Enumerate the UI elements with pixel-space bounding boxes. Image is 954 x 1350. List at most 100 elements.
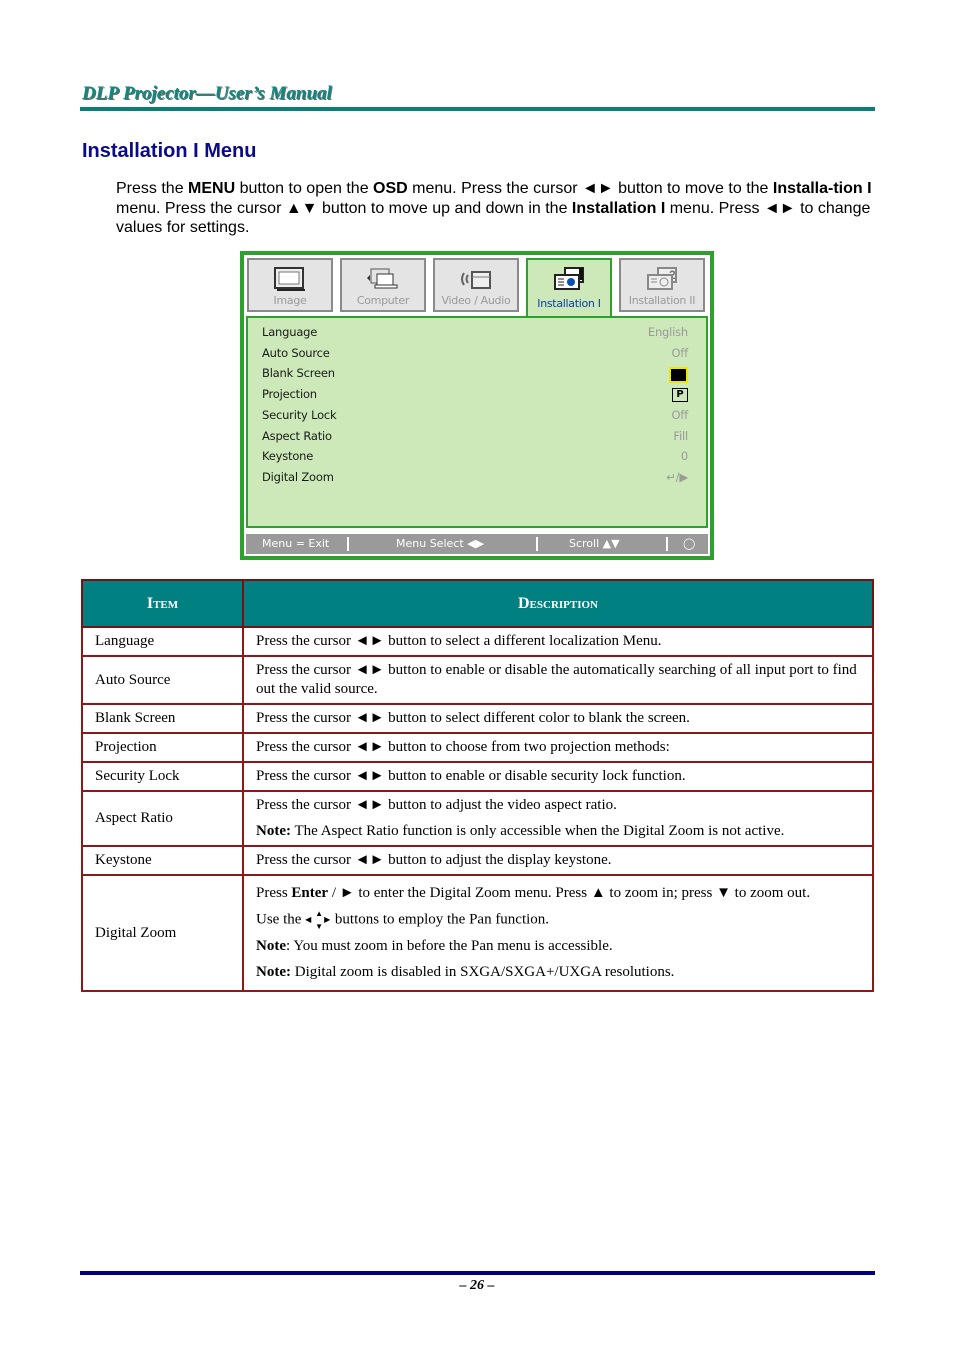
osd-row-security-lock: Security Lock Off [262,408,688,428]
osd-row-projection: Projection P [262,387,688,407]
tab-label: Video / Audio [441,294,511,307]
description-text: Press the cursor ◄► button to adjust the… [256,852,612,868]
note-text: Note: Digital zoom is disabled in SXGA/S… [256,963,860,982]
page-number: – 26 – [459,1278,495,1293]
item-description-table: Item Description Language Press the curso… [81,579,874,992]
text-run: menu. Press the cursor ▲▼ button to move… [116,199,572,217]
osd-row-auto-source: Auto Source Off [262,346,688,366]
description-text: Press the cursor ◄► button to enable or … [256,662,857,697]
column-header-item: Item [81,579,244,628]
osd-item-value: 0 [680,449,688,463]
tab-label: Installation II [628,294,696,307]
item-cell: Blank Screen [81,703,244,734]
tab-label: Installation I [537,297,601,310]
text-run: button to open the [235,180,374,197]
osd-item-value: Fill [673,429,688,443]
description-text: Press Enter / ► to enter the Digital Zoo… [256,884,860,903]
tab-label: Image [273,294,307,307]
note-body: : You must zoom in before the Pan menu i… [286,938,613,954]
pan-arrows-icon: ▲ ◀ ▶ ▼ [305,909,331,931]
tab-image: Image [247,258,333,312]
bold-term: Enter [291,885,329,901]
section-title: Installation I Menu [82,140,257,162]
description-text: Use the ▲ ◀ ▶ ▼ buttons to employ the Pan f… [256,909,860,931]
description-cell: Press the cursor ◄► button to enable or … [242,655,874,705]
note-label: Note: [256,823,291,839]
table-row: Digital Zoom Press Enter / ► to enter the… [81,874,874,992]
note-text: Note: You must zoom in before the Pan me… [256,937,860,956]
enter-arrow-icon: ↵/▶ [666,470,688,484]
running-header: DLP Projector—User’s Manual [82,83,332,104]
image-icon [274,267,305,291]
installation-2-icon: 2 [647,267,677,290]
description-cell: Press Enter / ► to enter the Digital Zoo… [242,874,874,992]
osd-row-language: Language English [262,325,688,345]
osd-item-label: Keystone [262,449,314,463]
table-row: Aspect Ratio Press the cursor ◄► button t… [81,790,874,847]
note-body: Digital zoom is disabled in SXGA/SXGA+/U… [290,964,675,980]
separator [666,537,668,551]
description-cell: Press the cursor ◄► button to select a d… [242,626,874,657]
osd-item-label: Blank Screen [262,366,335,380]
item-cell: Digital Zoom [81,874,244,992]
osd-item-label: Security Lock [262,408,337,422]
description-text: Press the cursor ◄► button to select a d… [256,633,662,649]
item-cell: Language [81,626,244,657]
text-run: Press the [116,180,189,197]
computer-icon [367,268,398,289]
osd-row-digital-zoom: Digital Zoom ↵/▶ [262,470,688,490]
column-header-description: Description [242,579,874,628]
osd-settings-panel: Language English Auto Source Off Blank Scr… [246,316,708,528]
table-row: Language Press the cursor ◄► button to se… [81,626,874,657]
header-rule [80,107,875,111]
lamp-icon: ◯ [683,537,696,550]
installation-1-icon [554,267,584,290]
tab-video-audio: Video / Audio [433,258,519,312]
osd-item-label: Language [262,325,318,339]
description-cell: Press the cursor ◄► button to select dif… [242,703,874,734]
table-row: Security Lock Press the cursor ◄► button … [81,761,874,792]
intro-paragraph: Press the MENU button to open the OSD me… [116,179,876,238]
bold-term: MENU [188,180,236,197]
tab-installation-2: 2 Installation II [619,258,705,312]
osd-item-value: English [647,325,688,339]
osd-item-label: Auto Source [262,346,330,360]
osd-row-blank-screen: Blank Screen [262,366,688,386]
table-row: Auto Source Press the cursor ◄► button to… [81,655,874,705]
separator [347,537,349,551]
text-run: buttons to employ the Pan function. [331,911,550,928]
osd-footer-select: Menu Select ◀▶ [396,537,485,550]
osd-row-aspect-ratio: Aspect Ratio Fill [262,429,688,449]
osd-item-label: Aspect Ratio [262,429,332,443]
table-row: Blank Screen Press the cursor ◄► button t… [81,703,874,734]
item-cell: Auto Source [81,655,244,705]
osd-menu-screenshot: Image Computer Video / Audio Installatio… [240,251,714,560]
tab-installation-1: Installation I [526,258,612,320]
note-label: Note: [256,964,291,980]
tab-label: Computer [356,294,410,307]
osd-row-keystone: Keystone 0 [262,449,688,469]
note-text: Note: The Aspect Ratio function is only … [256,822,860,841]
table-row: Keystone Press the cursor ◄► button to ad… [81,845,874,876]
text-run: Use the [256,911,306,928]
black-swatch-icon [669,367,688,383]
description-cell: Press the cursor ◄► button to enable or … [242,761,874,792]
osd-item-value: Off [671,408,688,422]
note-label: Note [256,938,286,954]
item-cell: Aspect Ratio [81,790,244,847]
item-cell: Security Lock [81,761,244,792]
tab-computer: Computer [340,258,426,312]
osd-footer-scroll: Scroll ▲▼ [569,537,620,550]
description-text: Press the cursor ◄► button to choose fro… [256,739,670,755]
table-header-row: Item Description [81,579,874,628]
projection-p-icon: P [672,388,688,402]
item-cell: Keystone [81,845,244,876]
osd-item-value: Off [671,346,688,360]
osd-item-label: Digital Zoom [262,470,334,484]
osd-footer-exit: Menu = Exit [262,537,330,550]
item-cell: Projection [81,732,244,763]
description-cell: Press the cursor ◄► button to adjust the… [242,790,874,847]
bold-term: OSD [373,180,408,197]
text-run: menu. Press the cursor ◄► button to move… [407,180,773,197]
video-audio-icon [461,271,491,289]
